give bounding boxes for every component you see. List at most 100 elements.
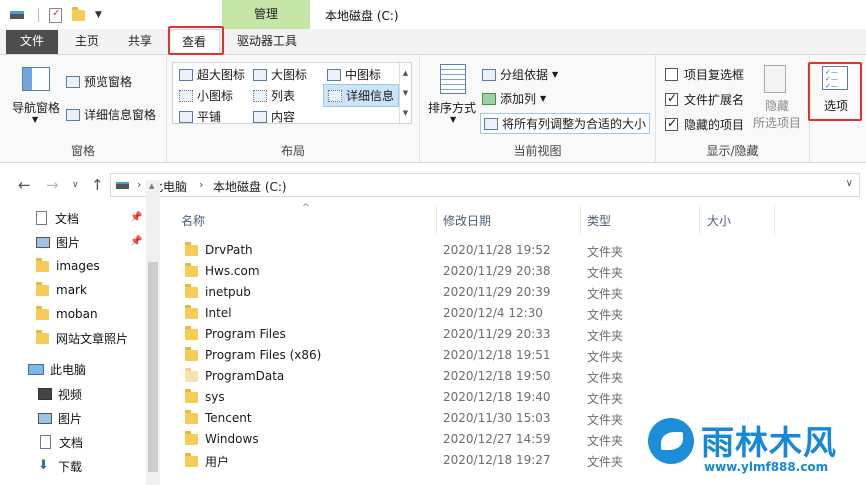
folder-icon	[36, 281, 49, 296]
hidden-folder-icon	[185, 367, 198, 382]
group-by-button[interactable]: 分组依据 ▼	[482, 66, 558, 83]
hide-selected-icon	[764, 65, 786, 93]
folder-icon	[185, 388, 198, 403]
item-checkboxes-checkbox[interactable]	[665, 68, 678, 81]
column-header-type[interactable]: 类型	[587, 209, 611, 233]
content-icon	[253, 110, 267, 123]
column-header-name[interactable]: 名称	[181, 209, 205, 233]
new-folder-icon[interactable]	[72, 6, 85, 21]
group-by-label: 分组依据	[500, 68, 549, 82]
nav-item-site-photos[interactable]: 网站文章照片	[36, 327, 128, 349]
file-date: 2020/12/18 19:50	[443, 369, 551, 383]
preview-pane-button[interactable]: 预览窗格	[66, 73, 132, 90]
gallery-scroll[interactable]: ▲ ▼ ▼	[399, 63, 411, 123]
address-row: ← → ∨ ↑ › 此电脑 › 本地磁盘 (C:) ∨	[0, 168, 866, 202]
layout-medium-icons[interactable]: 中图标	[327, 66, 381, 83]
layout-small-icons[interactable]: 小图标	[179, 87, 233, 104]
forward-arrow-icon[interactable]: →	[46, 176, 59, 194]
nav-item-videos[interactable]: 视频	[38, 383, 82, 405]
hide-selected-button[interactable]: 隐藏 所选项目	[752, 98, 802, 132]
layout-large-icons[interactable]: 大图标	[253, 66, 307, 83]
chevron-down-icon[interactable]: ∨	[72, 180, 79, 190]
hidden-items-checkbox[interactable]	[665, 116, 678, 131]
file-date: 2020/12/18 19:51	[443, 348, 551, 362]
column-header-date[interactable]: 修改日期	[443, 209, 491, 233]
address-bar[interactable]: › 此电脑 › 本地磁盘 (C:) ∨	[110, 173, 860, 197]
show-hide-group-label: 显示/隐藏	[706, 144, 759, 158]
table-row[interactable]: Hws.com 2020/11/29 20:38 文件夹	[163, 261, 866, 282]
scroll-thumb[interactable]	[148, 262, 158, 472]
chevron-down-icon[interactable]: ∨	[846, 178, 853, 189]
up-arrow-icon[interactable]: ↑	[91, 176, 104, 194]
sort-by-label: 排序方式	[428, 101, 477, 115]
file-date: 2020/11/29 20:33	[443, 327, 551, 341]
tab-home[interactable]: 主页	[64, 29, 110, 55]
nav-item-moban[interactable]: moban	[36, 303, 98, 325]
nav-item-downloads[interactable]: ⬇ 下载	[38, 455, 82, 477]
folder-icon	[185, 241, 198, 256]
folder-icon	[185, 346, 198, 361]
nav-item-label: 文档	[55, 211, 80, 226]
large-icons-icon	[253, 68, 267, 81]
back-arrow-icon[interactable]: ←	[18, 176, 31, 194]
layout-extra-large-icons[interactable]: 超大图标	[179, 66, 245, 83]
tab-file[interactable]: 文件	[6, 30, 58, 54]
column-header-size[interactable]: 大小	[707, 209, 731, 233]
nav-item-this-pc[interactable]: 此电脑	[28, 358, 86, 380]
file-type: 文件夹	[587, 392, 624, 406]
fit-columns-button[interactable]: 将所有列调整为合适的大小	[480, 113, 651, 134]
nav-item-pictures[interactable]: 图片	[36, 231, 80, 253]
nav-item-label: 此电脑	[50, 362, 87, 377]
layout-tiles[interactable]: 平铺	[179, 108, 221, 125]
file-extensions-checkbox[interactable]	[665, 91, 678, 106]
layout-list[interactable]: 列表	[253, 87, 295, 104]
layout-item-label: 超大图标	[197, 68, 246, 82]
nav-item-pictures-2[interactable]: 图片	[38, 407, 82, 429]
add-column-button[interactable]: 添加列 ▼	[482, 90, 546, 107]
file-extensions-toggle[interactable]: 文件扩展名	[665, 91, 744, 108]
chevron-down-icon[interactable]: ▼	[95, 10, 102, 20]
sort-by-button[interactable]: 排序方式	[428, 99, 476, 116]
scroll-up-icon[interactable]: ▲	[149, 182, 154, 190]
layout-item-label: 列表	[271, 89, 296, 103]
chevron-down-icon[interactable]: ▼	[450, 115, 456, 124]
context-tab-group: 管理	[222, 0, 310, 29]
highlight-box-options	[808, 62, 862, 121]
table-row[interactable]: sys 2020/12/18 19:40 文件夹	[163, 387, 866, 408]
layout-details[interactable]: 详细信息	[323, 84, 400, 107]
column-separator[interactable]	[699, 205, 700, 235]
column-separator[interactable]	[580, 205, 581, 235]
table-row[interactable]: Program Files 2020/11/29 20:33 文件夹	[163, 324, 866, 345]
column-separator[interactable]	[774, 205, 775, 235]
nav-item-documents-2[interactable]: 文档	[38, 431, 83, 453]
table-row[interactable]: ProgramData 2020/12/18 19:50 文件夹	[163, 366, 866, 387]
file-type: 文件夹	[587, 329, 624, 343]
details-pane-button[interactable]: 详细信息窗格	[66, 106, 156, 123]
tab-share[interactable]: 共享	[118, 29, 162, 55]
small-icons-icon	[179, 89, 193, 102]
nav-pane-scrollbar[interactable]: ▲	[146, 180, 160, 485]
nav-item-documents[interactable]: 文档	[36, 207, 79, 229]
tab-drive-tools[interactable]: 驱动器工具	[225, 29, 309, 55]
pin-icon[interactable]: 📌	[130, 212, 142, 223]
properties-icon[interactable]: ✓	[49, 7, 62, 23]
chevron-down-icon[interactable]: ▼	[32, 115, 38, 124]
item-checkboxes-toggle[interactable]: 项目复选框	[665, 66, 744, 83]
table-row[interactable]: DrvPath 2020/11/28 19:52 文件夹	[163, 240, 866, 261]
hidden-items-toggle[interactable]: 隐藏的项目	[665, 116, 744, 133]
computer-icon	[28, 363, 44, 375]
table-row[interactable]: inetpub 2020/11/29 20:39 文件夹	[163, 282, 866, 303]
navigation-pane-button[interactable]: 导航窗格	[12, 99, 60, 116]
add-column-label: 添加列	[500, 92, 537, 106]
pin-icon[interactable]: 📌	[130, 236, 142, 247]
table-row[interactable]: Program Files (x86) 2020/12/18 19:51 文件夹	[163, 345, 866, 366]
pane-group-label: 窗格	[70, 144, 95, 158]
nav-item-mark[interactable]: mark	[36, 279, 87, 301]
layout-item-label: 中图标	[345, 68, 382, 82]
breadcrumb-local-disk[interactable]: 本地磁盘 (C:)	[213, 178, 287, 195]
table-row[interactable]: Intel 2020/12/4 12:30 文件夹	[163, 303, 866, 324]
column-separator[interactable]	[436, 205, 437, 235]
layout-content[interactable]: 内容	[253, 108, 295, 125]
nav-item-images[interactable]: images	[36, 255, 100, 277]
file-type: 文件夹	[587, 350, 624, 364]
